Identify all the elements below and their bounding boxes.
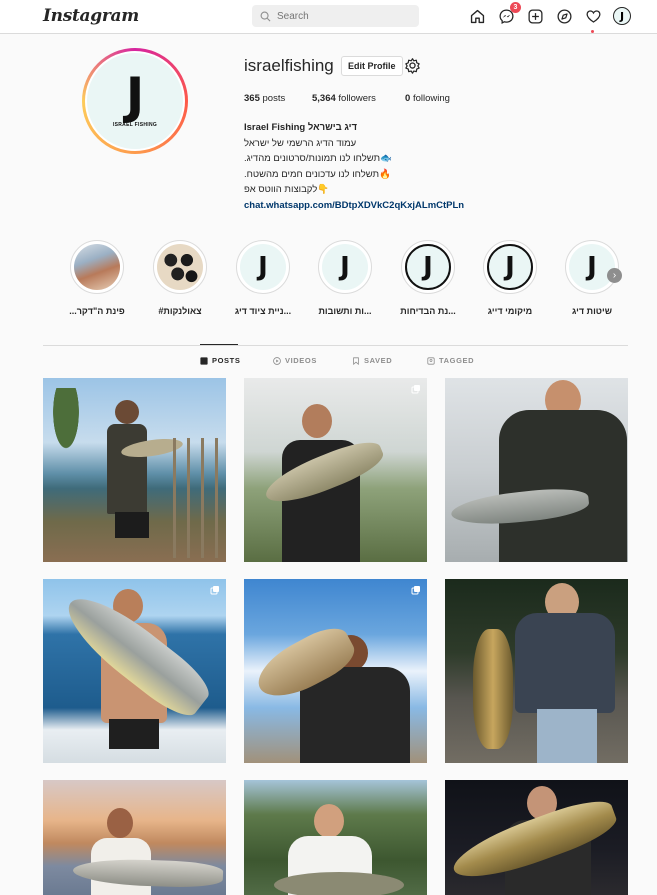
avatar: J xyxy=(613,7,631,25)
hook-logo-icon: J xyxy=(340,252,350,282)
highlight-item[interactable]: צאולנקות# xyxy=(152,240,208,316)
hook-logo-icon: J xyxy=(505,252,515,282)
post-thumbnail[interactable] xyxy=(43,579,226,763)
followers-count[interactable]: 5,364 followers xyxy=(312,93,376,104)
tab-saved[interactable]: SAVED xyxy=(352,356,392,365)
tab-videos[interactable]: VIDEOS xyxy=(273,356,317,365)
bookmark-icon xyxy=(353,356,359,365)
edit-profile-button[interactable]: Edit Profile xyxy=(341,56,403,76)
multiple-photos-icon xyxy=(411,385,420,394)
activity-dot xyxy=(591,30,594,33)
top-nav: Instagram 3 J xyxy=(0,0,657,34)
profile-pic-text: ISRAEL FISHING xyxy=(112,122,158,128)
hook-logo-icon: J xyxy=(258,252,268,282)
tag-person-icon xyxy=(427,356,435,365)
new-post-icon[interactable] xyxy=(525,6,545,26)
highlights-next-chevron-icon[interactable]: › xyxy=(607,268,622,283)
posts-count: 365 posts xyxy=(244,93,286,104)
highlight-item[interactable]: J מיקומי דייג xyxy=(482,240,538,316)
post-thumbnail[interactable] xyxy=(244,579,427,763)
bio-line: .תשלחו לנו עדכונים חמים מהשטח🔥 xyxy=(244,168,391,180)
tab-tagged[interactable]: TAGGED xyxy=(427,356,474,365)
post-thumbnail[interactable] xyxy=(43,378,226,562)
multiple-photos-icon xyxy=(210,586,219,595)
highlight-item[interactable]: פינת ה"דקר... xyxy=(69,240,125,316)
search-box[interactable] xyxy=(252,5,419,27)
profile-bio: Israel Fishing דיג בישראל עמוד הדיג הרשמ… xyxy=(244,120,464,213)
home-icon[interactable] xyxy=(467,6,487,26)
following-count[interactable]: 0 following xyxy=(405,93,450,104)
bio-line: עמוד הדיג הרשמי של ישראל xyxy=(244,137,357,149)
hook-logo-icon: J xyxy=(619,9,625,23)
post-thumbnail[interactable] xyxy=(445,780,628,895)
post-thumbnail[interactable] xyxy=(43,780,226,895)
tab-posts[interactable]: POSTS xyxy=(200,356,240,365)
bio-link[interactable]: chat.whatsapp.com/BDtpXDVkC2qKxjALmCtPLn xyxy=(244,198,464,214)
multiple-photos-icon xyxy=(411,586,420,595)
activity-heart-icon[interactable] xyxy=(583,6,603,33)
post-thumbnail[interactable] xyxy=(445,579,628,763)
settings-gear-icon[interactable] xyxy=(404,57,421,74)
highlight-item[interactable]: J ...ניית ציוד דיג xyxy=(235,240,291,316)
messenger-icon[interactable]: 3 xyxy=(496,2,521,26)
hook-logo-icon: J xyxy=(125,67,145,125)
active-tab-indicator xyxy=(200,344,238,345)
post-thumbnail[interactable] xyxy=(244,780,427,895)
highlight-item[interactable]: J ...נת הבדיחות xyxy=(400,240,456,316)
grid-icon xyxy=(200,356,208,365)
instagram-logo[interactable]: Instagram xyxy=(43,6,139,26)
bio-line: לקבוצות הווטס אפ👇 xyxy=(244,184,330,195)
search-icon xyxy=(260,11,271,21)
hook-logo-icon: J xyxy=(587,252,597,282)
messages-badge: 3 xyxy=(510,2,521,13)
highlight-item[interactable]: J ...ות ותשובות xyxy=(317,240,373,316)
profile-picture[interactable]: J ISRAEL FISHING xyxy=(82,48,188,154)
bio-name: Israel Fishing דיג בישראל xyxy=(244,122,358,133)
post-thumbnail[interactable] xyxy=(244,378,427,562)
profile-avatar-button[interactable]: J xyxy=(612,6,632,26)
post-thumbnail[interactable] xyxy=(445,378,628,562)
video-icon xyxy=(273,356,281,365)
explore-icon[interactable] xyxy=(554,6,574,26)
profile-username: israelfishing xyxy=(244,56,334,75)
tabs-divider xyxy=(43,345,628,346)
bio-line: .תשלחו לנו תמונות/סרטונים מהדיג🐟 xyxy=(244,153,392,164)
search-input[interactable] xyxy=(277,10,407,22)
hook-logo-icon: J xyxy=(423,252,433,282)
